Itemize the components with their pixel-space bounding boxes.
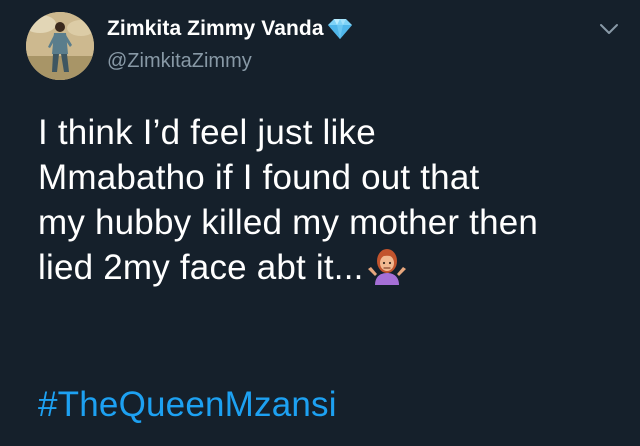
author-display-name[interactable]: Zimkita Zimmy Vanda: [107, 17, 324, 41]
author-name-row[interactable]: Zimkita Zimmy Vanda: [107, 17, 355, 41]
tweet-text-line-content: lied 2my face abt it...: [38, 248, 364, 287]
hashtag-link[interactable]: #TheQueenMzansi: [38, 385, 337, 425]
tweet-text-line: Mmabatho if I found out that: [38, 158, 480, 197]
tweet-text-line: my hubby killed my mother then: [38, 203, 539, 242]
chevron-down-icon[interactable]: [598, 22, 620, 36]
tweet-text-line-last: lied 2my face abt it...: [38, 245, 628, 290]
diamond-icon: [325, 17, 355, 41]
author-handle[interactable]: @ZimkitaZimmy: [107, 50, 252, 73]
tweet-card: Zimkita Zimmy Vanda @ZimkitaZimmy I thin…: [0, 0, 640, 446]
avatar[interactable]: [26, 12, 94, 80]
tweet-text: I think I’d feel just like Mmabatho if I…: [38, 110, 628, 290]
person-shrugging-emoji: [366, 245, 408, 287]
tweet-text-line: I think I’d feel just like: [38, 113, 376, 152]
